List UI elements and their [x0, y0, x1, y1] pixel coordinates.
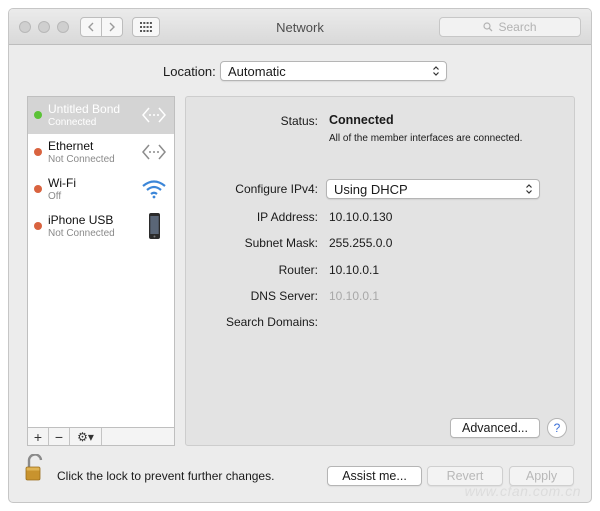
service-item-wifi[interactable]: Wi-Fi Off — [28, 171, 174, 208]
location-value: Automatic — [228, 63, 286, 79]
status-note: All of the member interfaces are connect… — [329, 133, 523, 144]
configure-ipv4-select[interactable]: Using DHCP — [326, 179, 540, 199]
advanced-button[interactable]: Advanced... — [450, 418, 540, 438]
lock-message: Click the lock to prevent further change… — [57, 469, 275, 483]
location-select[interactable]: Automatic — [220, 61, 447, 81]
service-status: Off — [48, 191, 62, 202]
service-list: Untitled Bond Connected Ethernet Not Con… — [27, 96, 175, 428]
service-status: Connected — [48, 117, 97, 128]
router-value: 10.10.0.1 — [329, 263, 380, 277]
service-status: Not Connected — [48, 154, 115, 165]
wifi-icon — [142, 180, 166, 199]
dns-server-value: 10.10.0.1 — [329, 289, 380, 303]
ip-address-label: IP Address: — [256, 210, 318, 224]
ethernet-arrows-icon — [142, 144, 166, 160]
network-preferences-window: Network Search Location: Automatic Untit… — [8, 8, 592, 503]
service-item-ethernet[interactable]: Ethernet Not Connected — [28, 134, 174, 171]
add-service-button[interactable]: + — [28, 428, 49, 445]
subnet-mask-value: 255.255.0.0 — [329, 236, 393, 250]
service-item-iphone-usb[interactable]: iPhone USB Not Connected — [28, 208, 174, 245]
location-label: Location: — [163, 64, 216, 79]
service-status: Not Connected — [48, 228, 115, 239]
service-name: Untitled Bond — [48, 102, 121, 116]
search-domains-label: Search Domains: — [225, 315, 318, 329]
updown-arrows-icon — [526, 184, 532, 194]
watermark-text: www.cfan.com.cn — [464, 483, 581, 499]
dns-server-label: DNS Server: — [250, 289, 318, 303]
search-field[interactable]: Search — [439, 17, 581, 37]
gear-menu-button[interactable]: ⚙▾ — [70, 428, 102, 445]
configure-ipv4-value: Using DHCP — [334, 181, 408, 197]
lock-icon[interactable] — [25, 454, 45, 482]
status-dot — [34, 222, 42, 230]
status-dot — [34, 148, 42, 156]
service-item-untitled-bond[interactable]: Untitled Bond Connected — [28, 97, 174, 134]
iphone-icon — [149, 213, 160, 239]
subnet-mask-label: Subnet Mask: — [244, 236, 318, 250]
status-value: Connected — [329, 113, 394, 127]
service-detail-panel: Status: Connected All of the member inte… — [185, 96, 575, 446]
updown-arrows-icon — [433, 66, 439, 76]
assist-me-button[interactable]: Assist me... — [327, 466, 422, 486]
service-name: Ethernet — [48, 139, 94, 153]
search-placeholder: Search — [498, 20, 537, 34]
router-label: Router: — [278, 263, 318, 277]
service-name: iPhone USB — [48, 213, 114, 227]
service-name: Wi-Fi — [48, 176, 76, 190]
help-button[interactable]: ? — [547, 418, 567, 438]
status-label: Status: — [280, 114, 318, 128]
bond-arrows-icon — [142, 107, 166, 123]
title-bar: Network Search — [9, 9, 591, 45]
ip-address-value: 10.10.0.130 — [329, 210, 393, 224]
remove-service-button[interactable]: − — [49, 428, 70, 445]
service-list-toolbar: + − ⚙▾ — [27, 428, 175, 446]
status-dot — [34, 185, 42, 193]
configure-ipv4-label: Configure IPv4: — [235, 182, 318, 196]
status-dot — [34, 111, 42, 119]
search-icon — [483, 22, 493, 32]
